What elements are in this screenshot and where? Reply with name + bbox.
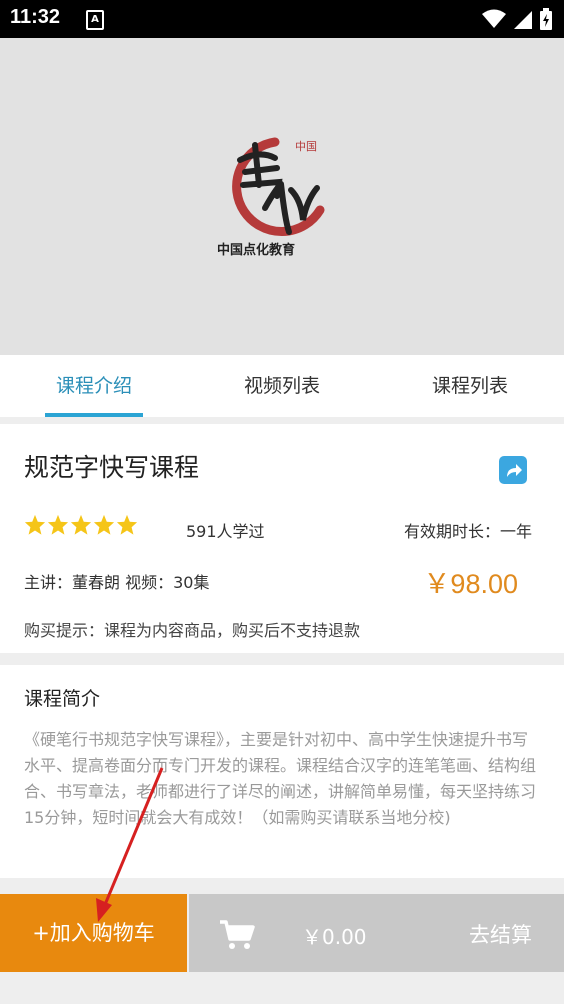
checkout-button[interactable]: 去结算 [469, 919, 532, 949]
bottom-action-bar: +加入购物车 ￥0.00 去结算 [0, 894, 564, 972]
notification-icon: A [86, 10, 104, 30]
course-price: ￥98.00 [423, 569, 518, 599]
tab-bar: 课程介绍 视频列表 课程列表 [0, 355, 564, 417]
share-button[interactable] [499, 456, 527, 484]
rating-stars [24, 514, 138, 536]
star-icon [93, 514, 115, 535]
tab-course-list[interactable]: 课程列表 [376, 355, 564, 417]
cart-summary: ￥0.00 去结算 [189, 894, 564, 972]
intro-heading: 课程简介 [24, 688, 101, 710]
learned-count: 591人学过 [186, 522, 265, 541]
svg-text:中国: 中国 [295, 140, 317, 153]
svg-text:中国点化教育: 中国点化教育 [217, 242, 295, 258]
share-icon [507, 464, 522, 477]
purchase-tip: 购买提示：课程为内容商品，购买后不支持退款 [24, 621, 361, 640]
star-icon [24, 514, 46, 535]
validity-period: 有效期时长：一年 [403, 522, 532, 541]
wifi-icon [482, 9, 506, 28]
signal-icon [514, 11, 532, 29]
dianhua-logo: 中国 中国点化教育 [217, 137, 325, 258]
tab-course-intro[interactable]: 课程介绍 [0, 355, 188, 417]
course-cover: 中国 中国点化教育 [0, 38, 564, 355]
cart-total: ￥0.00 [302, 925, 367, 949]
tab-video-list[interactable]: 视频列表 [188, 355, 376, 417]
course-intro-section: 课程简介 《硬笔行书规范字快写课程》，主要是针对初中、高中学生快速提升书写水平、… [0, 665, 564, 878]
cart-icon[interactable] [219, 919, 255, 951]
intro-body: 《硬笔行书规范字快写课程》，主要是针对初中、高中学生快速提升书写水平、提高卷面分… [24, 730, 537, 827]
battery-icon [540, 8, 552, 30]
add-to-cart-button[interactable]: +加入购物车 [0, 894, 187, 972]
status-time: 11:32 [10, 6, 61, 28]
teacher-video-info: 主讲：董春朗 视频：30集 [24, 573, 210, 592]
course-title: 规范字快写课程 [24, 453, 200, 482]
active-tab-indicator [45, 413, 143, 417]
course-info-card: 规范字快写课程 591人学过 有效期时长：一年 主讲：董春朗 视频：30集 ￥9… [0, 424, 564, 653]
star-icon [47, 514, 69, 535]
star-icon [70, 514, 92, 535]
status-bar: 11:32 A [0, 0, 564, 38]
star-icon [116, 514, 138, 535]
